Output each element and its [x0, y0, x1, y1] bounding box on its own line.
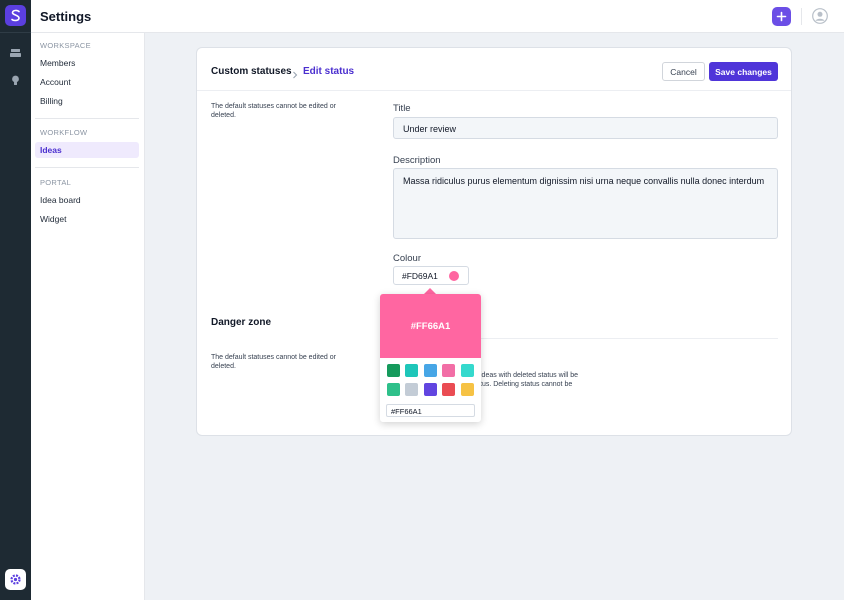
sidebar-section-portal: PORTAL — [40, 178, 72, 187]
breadcrumb-edit-status: Edit status — [303, 66, 355, 77]
sidebar-item-account[interactable]: Account — [35, 74, 139, 90]
settings-gear-icon[interactable] — [5, 569, 26, 590]
chevron-right-icon — [291, 67, 299, 79]
add-button[interactable] — [772, 7, 791, 26]
danger-zone-description: ideas with deleted status will be tus. D… — [480, 372, 579, 388]
edit-status-card: Custom statuses Edit status Cancel Save … — [196, 47, 792, 436]
hex-input[interactable]: #FF66A1 — [386, 404, 475, 417]
card-header-divider — [197, 90, 791, 91]
sidebar-item-billing[interactable]: Billing — [35, 93, 139, 109]
user-avatar-icon[interactable] — [812, 8, 828, 24]
color-swatch[interactable] — [461, 383, 474, 396]
sidebar-section-workflow: WORKFLOW — [40, 128, 88, 137]
inbox-icon[interactable] — [8, 45, 23, 60]
color-swatch[interactable] — [461, 364, 474, 377]
color-swatch[interactable] — [442, 383, 455, 396]
save-changes-button[interactable]: Save changes — [709, 62, 778, 81]
description-textarea[interactable]: Massa ridiculus purus elementum dignissi… — [393, 168, 778, 239]
app-logo-icon[interactable] — [5, 5, 26, 26]
color-swatch[interactable] — [387, 383, 400, 396]
colour-swatch-dot — [449, 271, 459, 281]
sidebar-section-workspace: WORKSPACE — [40, 41, 91, 50]
color-swatch[interactable] — [442, 364, 455, 377]
sidebar-divider — [35, 167, 139, 168]
sidebar-item-members[interactable]: Members — [35, 55, 139, 71]
colour-picker-button[interactable]: #FD69A1 — [393, 266, 469, 285]
color-swatch[interactable] — [405, 364, 418, 377]
color-swatch[interactable] — [405, 383, 418, 396]
sidebar-divider — [35, 118, 139, 119]
danger-zone-note: The default statuses cannot be edited or… — [211, 354, 336, 370]
colour-label: Colour — [393, 253, 421, 264]
color-swatch[interactable] — [424, 364, 437, 377]
sidebar-item-widget[interactable]: Widget — [35, 211, 139, 227]
title-input[interactable]: Under review — [393, 117, 778, 139]
top-bar: Settings — [31, 0, 844, 33]
description-label: Description — [393, 155, 441, 166]
color-preview-hex: #FF66A1 — [410, 321, 451, 332]
page-title: Settings — [40, 9, 92, 24]
settings-sidebar: WORKSPACE Members Account Billing WORKFL… — [31, 33, 145, 600]
title-label: Title — [393, 103, 411, 114]
sidebar-item-idea-board[interactable]: Idea board — [35, 192, 139, 208]
color-swatch[interactable] — [387, 364, 400, 377]
default-status-note: The default statuses cannot be edited or… — [211, 103, 336, 119]
danger-zone-title: Danger zone — [211, 317, 272, 328]
rail-divider — [0, 32, 31, 33]
topbar-separator — [801, 8, 802, 25]
plus-icon — [776, 11, 787, 22]
color-swatch[interactable] — [424, 383, 437, 396]
color-preview: #FF66A1 — [380, 294, 481, 358]
color-picker-popover: #FF66A1 #FF66A1 — [380, 294, 481, 422]
cancel-button[interactable]: Cancel — [662, 62, 705, 81]
colour-hex-value: #FD69A1 — [402, 271, 438, 281]
breadcrumb-custom-statuses[interactable]: Custom statuses — [211, 66, 292, 77]
app-rail — [0, 0, 31, 600]
sidebar-item-ideas[interactable]: Ideas — [35, 142, 139, 158]
lightbulb-icon[interactable] — [8, 73, 23, 88]
